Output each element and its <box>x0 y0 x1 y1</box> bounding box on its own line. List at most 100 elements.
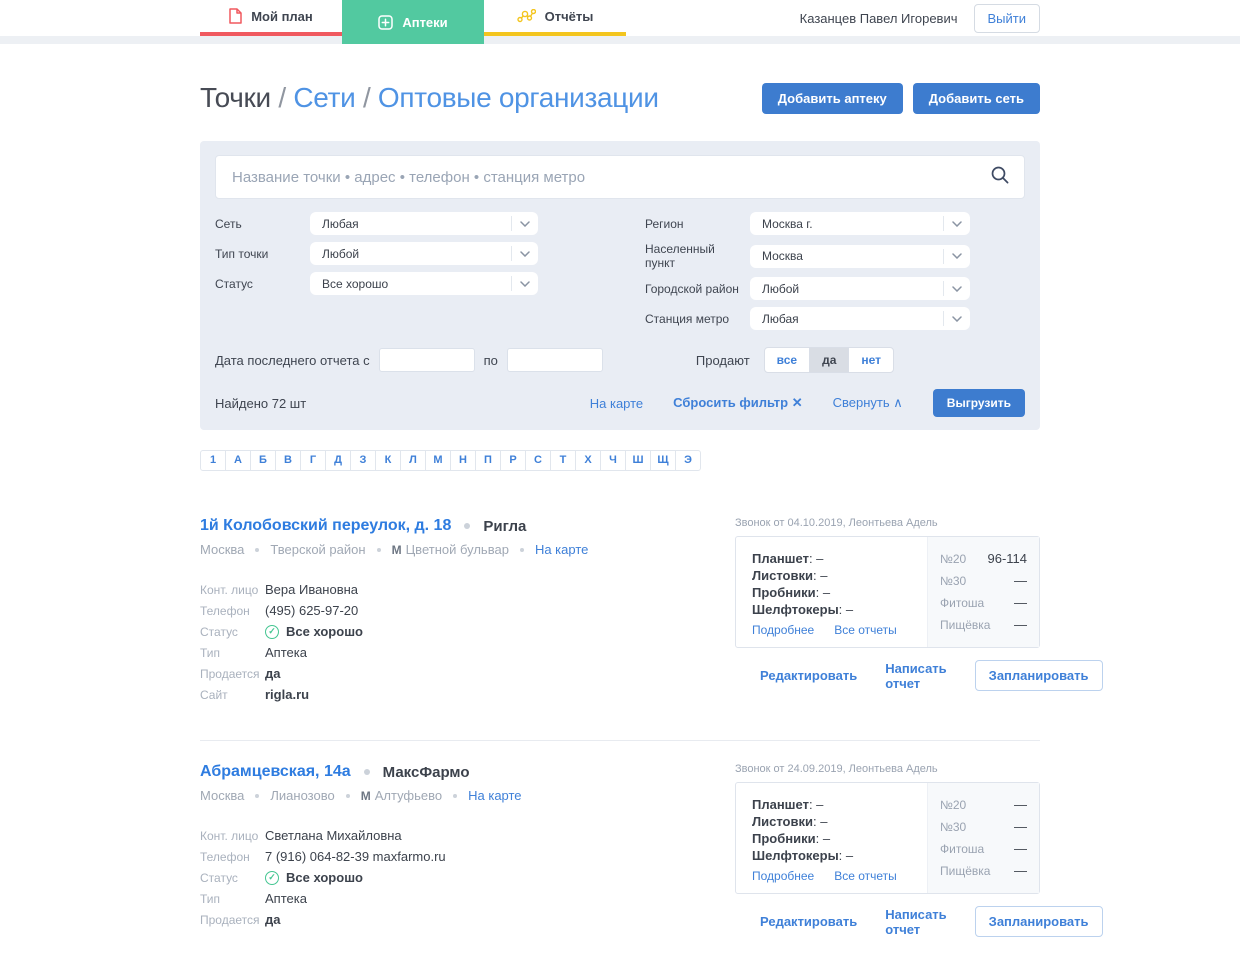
stat-row: Фитоша — <box>940 841 1027 856</box>
alphabet-filter: 1АБВГДЗКЛМНПРСТХЧШЩЭ <box>200 450 701 471</box>
alphabet-letter[interactable]: 1 <box>200 450 226 471</box>
field-row: Конт. лицо Вера Ивановна <box>200 582 695 597</box>
sell-option-no[interactable]: нет <box>848 348 893 372</box>
search-input[interactable] <box>232 168 990 186</box>
report-line-label: Пробники <box>752 831 816 846</box>
sell-option-yes[interactable]: да <box>809 348 849 372</box>
search-icon[interactable] <box>990 165 1010 190</box>
alphabet-letter[interactable]: Г <box>300 450 326 471</box>
field-label: Тип <box>200 891 221 906</box>
alphabet-letter[interactable]: Э <box>675 450 701 471</box>
tab-my-plan[interactable]: Мой план <box>200 0 342 36</box>
write-report-link[interactable]: Написать отчет <box>885 907 946 937</box>
map-link[interactable]: На карте <box>535 542 588 557</box>
alphabet-letter[interactable]: З <box>350 450 376 471</box>
map-link[interactable]: На карте <box>468 788 521 803</box>
city-district-select[interactable]: Любой <box>750 277 970 300</box>
reset-filter-link[interactable]: Сбросить фильтр ✕ <box>673 395 802 411</box>
filter-label: Станция метро <box>645 311 730 326</box>
write-report-link[interactable]: Написать отчет <box>885 661 946 691</box>
breadcrumb-current: Точки <box>200 82 271 113</box>
point-metro: М Алтуфьево <box>360 788 443 803</box>
alphabet-letter[interactable]: Щ <box>650 450 676 471</box>
tab-reports[interactable]: Отчёты <box>484 0 626 36</box>
details-link[interactable]: Подробнее <box>752 623 814 637</box>
document-icon <box>229 8 242 24</box>
chevron-down-icon <box>943 248 970 264</box>
alphabet-letter[interactable]: М <box>425 450 451 471</box>
all-reports-link[interactable]: Все отчеты <box>834 623 897 637</box>
breadcrumb-separator: / <box>278 82 286 113</box>
metro-station-select[interactable]: Любая <box>750 307 970 330</box>
export-button[interactable]: Выгрузить <box>932 389 1025 417</box>
report-line: Пробники: – <box>752 831 831 846</box>
alphabet-letter[interactable]: С <box>525 450 551 471</box>
alphabet-letter[interactable]: Б <box>250 450 276 471</box>
settlement-select[interactable]: Москва <box>750 244 970 268</box>
date-from-input[interactable] <box>378 348 475 372</box>
report-line: Шелфтокеры: – <box>752 602 854 617</box>
alphabet-letter[interactable]: Х <box>575 450 601 471</box>
main-tabs: Мой план Аптеки Отчёты <box>200 0 626 44</box>
add-network-button[interactable]: Добавить сеть <box>912 82 1040 114</box>
alphabet-letter[interactable]: Л <box>400 450 426 471</box>
item-actions: Редактировать Написать отчет Запланировать <box>735 906 1103 937</box>
alphabet-letter[interactable]: К <box>375 450 401 471</box>
report-lines: Планшет: – Листовки: – Пробники: – Шелфтоке… <box>752 796 921 864</box>
add-pharmacy-button[interactable]: Добавить аптеку <box>761 82 903 114</box>
stat-value: 96-114 <box>987 551 1027 566</box>
sell-option-all[interactable]: все <box>765 348 809 372</box>
field-value: ✓ Все хорошо <box>265 624 363 639</box>
stat-row: №30 — <box>940 819 1027 834</box>
alphabet-letter[interactable]: В <box>275 450 301 471</box>
field-value: (495) 625-97-20 <box>265 603 359 618</box>
edit-link[interactable]: Редактировать <box>760 668 857 683</box>
field-row: Статус ✓ Все хорошо <box>200 624 695 639</box>
filter-label: Сеть <box>215 216 242 231</box>
point-district: Лианозово <box>270 788 335 803</box>
status-select[interactable]: Все хорошо <box>310 272 538 295</box>
date-to-input[interactable] <box>506 348 603 372</box>
edit-link[interactable]: Редактировать <box>760 914 857 929</box>
chevron-down-icon <box>943 281 970 296</box>
details-link[interactable]: Подробнее <box>752 869 814 883</box>
breadcrumb-wholesale-link[interactable]: Оптовые организации <box>378 82 659 113</box>
report-card: Планшет: – Листовки: – Пробники: – Шелфтоке… <box>735 782 1040 894</box>
on-map-link[interactable]: На карте <box>590 396 643 411</box>
collapse-link[interactable]: Свернуть ∧ <box>833 395 903 411</box>
alphabet-letter[interactable]: Т <box>550 450 576 471</box>
report-card: Планшет: – Листовки: – Пробники: – Шелфтоке… <box>735 536 1040 648</box>
point-info-column: 1й Колобовский переулок, д. 18 Ригла Мос… <box>200 517 735 708</box>
network-select[interactable]: Любая <box>310 212 538 235</box>
status-ok-icon: ✓ <box>265 624 279 639</box>
alphabet-letter[interactable]: П <box>475 450 501 471</box>
field-value: Светлана Михайловна <box>265 828 402 843</box>
alphabet-letter[interactable]: А <box>225 450 251 471</box>
tab-pharmacies[interactable]: Аптеки <box>342 0 484 44</box>
dot-separator <box>519 547 524 552</box>
point-list-item: Абрамцевская, 14а МаксФармо Москва Лианоз… <box>200 740 1103 969</box>
schedule-button[interactable]: Запланировать <box>974 660 1103 691</box>
chevron-down-icon <box>943 311 970 326</box>
breadcrumb-nets-link[interactable]: Сети <box>293 82 355 113</box>
chevron-down-icon <box>511 216 538 231</box>
tab-label: Аптеки <box>402 14 448 30</box>
alphabet-letter[interactable]: Д <box>325 450 351 471</box>
alphabet-letter[interactable]: Ш <box>625 450 651 471</box>
logout-button[interactable]: Выйти <box>973 3 1040 33</box>
filter-label: Городской район <box>645 281 739 296</box>
alphabet-letter[interactable]: Н <box>450 450 476 471</box>
metro-icon: М <box>391 543 402 557</box>
point-type-select[interactable]: Любой <box>310 242 538 265</box>
alphabet-letter[interactable]: Ч <box>600 450 626 471</box>
point-title-link[interactable]: 1й Колобовский переулок, д. 18 <box>200 517 451 535</box>
status-ok-icon: ✓ <box>265 870 279 885</box>
alphabet-letter[interactable]: Р <box>500 450 526 471</box>
report-line: Листовки: – <box>752 568 828 583</box>
all-reports-link[interactable]: Все отчеты <box>834 869 897 883</box>
point-title-link[interactable]: Абрамцевская, 14а <box>200 763 351 781</box>
field-row: Телефон 7 (916) 064-82-39 maxfarmo.ru <box>200 849 695 864</box>
dot-separator <box>255 547 260 552</box>
region-select[interactable]: Москва г. <box>750 212 970 235</box>
schedule-button[interactable]: Запланировать <box>974 906 1103 937</box>
